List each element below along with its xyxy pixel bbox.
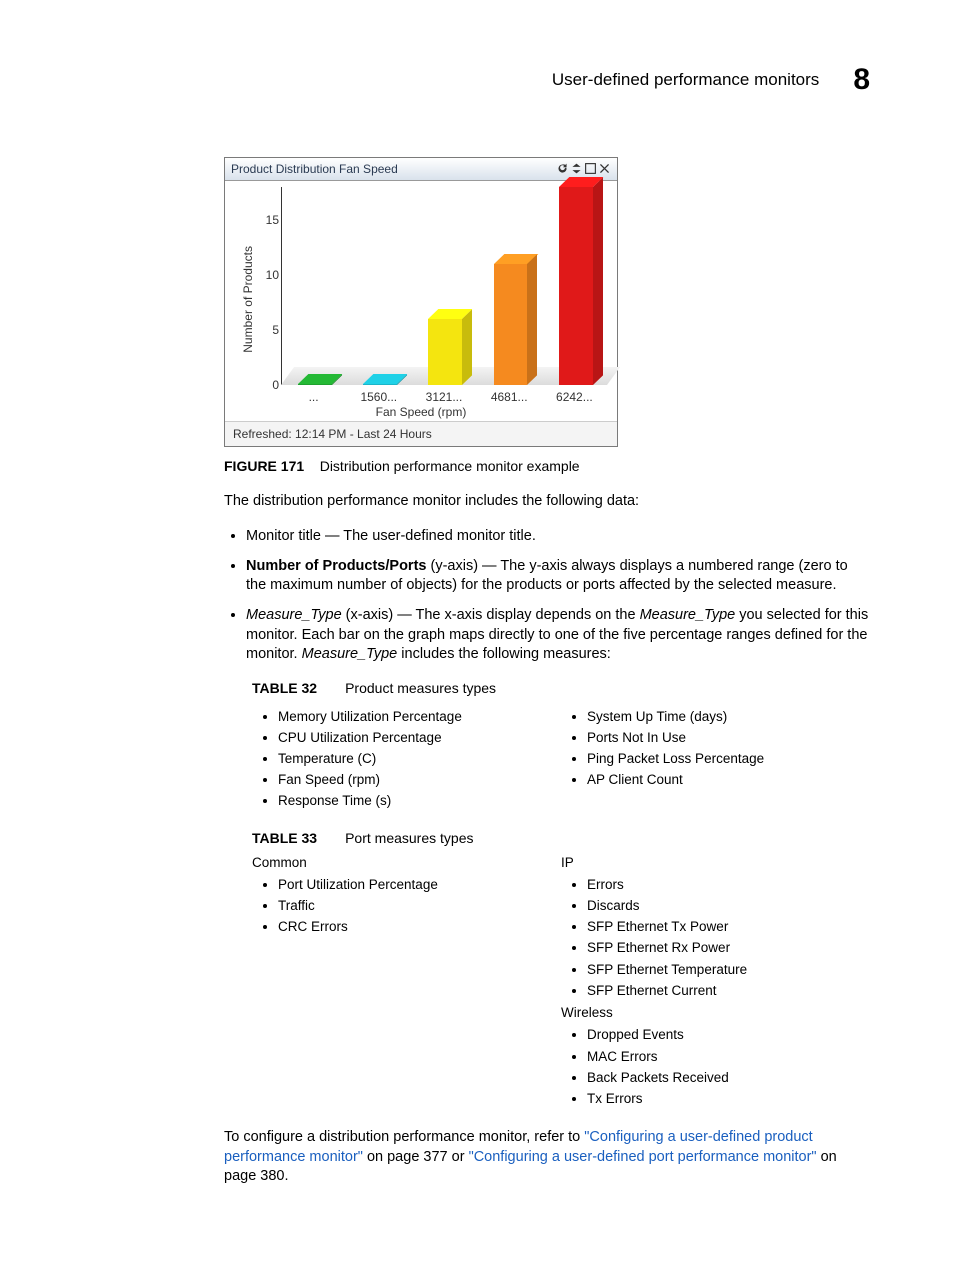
close-icon[interactable] [598, 162, 611, 175]
table33-label: TABLE 33 [252, 830, 317, 846]
list-item: CPU Utilization Percentage [278, 729, 561, 747]
table33-caption: TABLE 33 Port measures types [252, 829, 870, 848]
x-tick: 4681... [491, 389, 528, 405]
table33-right-list2: Dropped Events MAC Errors Back Packets Rec… [561, 1026, 870, 1108]
figure-title: Distribution performance monitor example [320, 458, 580, 474]
chart-body: Number of Products 051015 ...1560...3121… [225, 181, 617, 421]
table33-left-list: Port Utilization Percentage Traffic CRC Er… [252, 876, 561, 937]
list-item: Port Utilization Percentage [278, 876, 561, 894]
list-item: Discards [587, 897, 870, 915]
figure-label: FIGURE 171 [224, 458, 304, 474]
paragraph-closing: To configure a distribution performance … [224, 1128, 870, 1187]
table32-title: Product measures types [345, 680, 496, 696]
table33-left-col: Common Port Utilization Percentage Traffi… [252, 854, 561, 1113]
y-tick: 10 [255, 267, 279, 283]
panel-icons [556, 162, 611, 175]
list-item: AP Client Count [587, 771, 870, 789]
table33-left-head: Common [252, 854, 561, 872]
list-item: Measure_Type (x-axis) — The x-axis displ… [246, 606, 870, 665]
table33-right-col: IP Errors Discards SFP Ethernet Tx Power SF… [561, 854, 870, 1113]
panel-title: Product Distribution Fan Speed [231, 161, 398, 177]
x-tick: ... [309, 389, 319, 405]
chapter-number: 8 [853, 60, 870, 101]
list-item: SFP Ethernet Current [587, 982, 870, 1000]
bullet-text: (x-axis) — The x-axis display depends on… [342, 607, 640, 623]
x-ticks: ... 1560... 3121... 4681... 6242... [281, 389, 607, 403]
list-item: System Up Time (days) [587, 708, 870, 726]
figure-caption: FIGURE 171 Distribution performance moni… [224, 457, 870, 476]
bullet-lead-strong: Number of Products/Ports [246, 558, 426, 574]
x-axis-label: Fan Speed (rpm) [225, 404, 617, 420]
y-ticks: 051015 [263, 187, 279, 385]
bullet-lead-em: Measure_Type [246, 607, 342, 623]
table33-right-list1: Errors Discards SFP Ethernet Tx Power SFP E… [561, 876, 870, 1000]
y-tick: 0 [255, 377, 279, 393]
bullet-text: includes the following measures: [397, 646, 611, 662]
chart-bar [298, 384, 332, 385]
list-item: Traffic [278, 897, 561, 915]
table32-label: TABLE 32 [252, 680, 317, 696]
panel-titlebar: Product Distribution Fan Speed [225, 158, 617, 181]
list-item: Memory Utilization Percentage [278, 708, 561, 726]
table32-right-list: System Up Time (days) Ports Not In Use Pin… [561, 708, 870, 790]
refresh-icon[interactable] [556, 162, 569, 175]
chart-bar [494, 264, 528, 385]
panel-footer: Refreshed: 12:14 PM - Last 24 Hours [225, 421, 617, 446]
list-item: SFP Ethernet Rx Power [587, 939, 870, 957]
table32-left-col: Memory Utilization Percentage CPU Utiliza… [252, 704, 561, 815]
list-item: Number of Products/Ports (y-axis) — The … [246, 557, 870, 596]
chart-bar [363, 384, 397, 385]
table32-body: Memory Utilization Percentage CPU Utiliza… [252, 704, 870, 815]
x-tick: 1560... [360, 389, 397, 405]
closing-pre: To configure a distribution performance … [224, 1129, 584, 1145]
list-item: Ping Packet Loss Percentage [587, 750, 870, 768]
plot-area [281, 187, 607, 385]
chart-bar [559, 187, 593, 385]
chart-bar [428, 319, 462, 385]
maximize-icon[interactable] [584, 162, 597, 175]
list-item: Errors [587, 876, 870, 894]
chart-panel: Product Distribution Fan Speed Number of… [224, 157, 618, 447]
table32-right-col: System Up Time (days) Ports Not In Use Pin… [561, 704, 870, 815]
content-area: Product Distribution Fan Speed Number of… [224, 157, 870, 1187]
bullet-text: The user-defined monitor title. [343, 528, 536, 544]
list-item: Response Time (s) [278, 792, 561, 810]
header-title: User-defined performance monitors [552, 69, 819, 92]
bullet-lead-plain: (y-axis) — [426, 558, 500, 574]
list-item: SFP Ethernet Tx Power [587, 918, 870, 936]
list-item: MAC Errors [587, 1048, 870, 1066]
list-item: Tx Errors [587, 1090, 870, 1108]
list-item: Back Packets Received [587, 1069, 870, 1087]
y-tick: 15 [255, 212, 279, 228]
y-axis-label: Number of Products [240, 246, 256, 353]
table33-right-head2: Wireless [561, 1004, 870, 1022]
paragraph-intro: The distribution performance monitor inc… [224, 492, 870, 512]
bullet-em: Measure_Type [640, 607, 736, 623]
collapse-icon[interactable] [570, 162, 583, 175]
top-bullet-list: Monitor title — The user-defined monitor… [224, 527, 870, 664]
list-item: Dropped Events [587, 1026, 870, 1044]
running-header: User-defined performance monitors 8 [84, 60, 870, 101]
table33-title: Port measures types [345, 830, 473, 846]
list-item: SFP Ethernet Temperature [587, 961, 870, 979]
document-page: User-defined performance monitors 8 Prod… [0, 0, 954, 1263]
list-item: Monitor title — The user-defined monitor… [246, 527, 870, 547]
list-item: Temperature (C) [278, 750, 561, 768]
link-port-monitor[interactable]: "Configuring a user-defined port perform… [469, 1149, 817, 1165]
list-item: Fan Speed (rpm) [278, 771, 561, 789]
y-tick: 5 [255, 322, 279, 338]
table32-left-list: Memory Utilization Percentage CPU Utiliza… [252, 708, 561, 811]
closing-mid: on page 377 or [363, 1149, 469, 1165]
list-item: CRC Errors [278, 918, 561, 936]
list-item: Ports Not In Use [587, 729, 870, 747]
x-tick: 6242... [556, 389, 593, 405]
table33-body: Common Port Utilization Percentage Traffi… [252, 854, 870, 1113]
x-tick: 3121... [426, 389, 463, 405]
bullet-em: Measure_Type [302, 646, 398, 662]
table32-caption: TABLE 32 Product measures types [252, 679, 870, 698]
table33-right-head1: IP [561, 854, 870, 872]
bullet-lead: Monitor title — [246, 528, 343, 544]
